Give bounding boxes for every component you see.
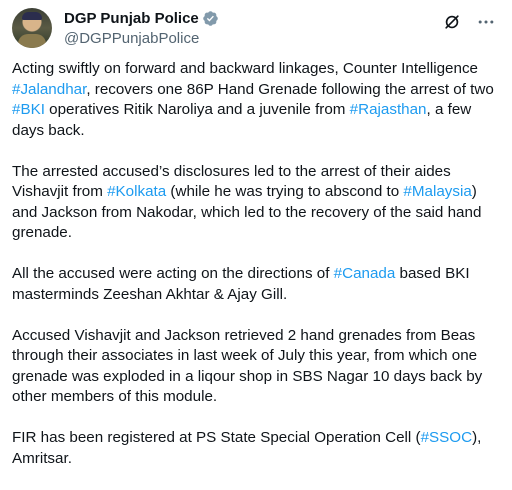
tweet-paragraph: FIR has been registered at PS State Spec…: [12, 428, 502, 469]
tweet-paragraph: The arrested accused’s disclosures led t…: [12, 162, 502, 244]
hashtag-link[interactable]: #Rajasthan: [350, 101, 427, 118]
tweet-paragraph: Acting swiftly on forward and backward l…: [12, 59, 502, 141]
verified-badge-icon: [203, 11, 218, 26]
handle[interactable]: @DGPPunjabPolice: [64, 30, 219, 48]
hashtag-link[interactable]: #BKI: [12, 101, 45, 118]
tweet: DGP Punjab Police @DGPPunjabPolice Actin…: [0, 0, 512, 488]
avatar-cap: [22, 12, 42, 20]
tweet-text-segment: , recovers one 86P Hand Grenade followin…: [86, 80, 494, 98]
tweet-header: DGP Punjab Police @DGPPunjabPolice: [12, 8, 500, 48]
more-options-icon[interactable]: [476, 12, 496, 32]
tweet-text-segment: FIR has been registered at PS State Spec…: [12, 429, 421, 446]
display-name[interactable]: DGP Punjab Police: [64, 10, 199, 27]
grok-icon[interactable]: [442, 12, 462, 32]
avatar-uniform: [18, 34, 46, 48]
hashtag-link[interactable]: #Canada: [334, 265, 396, 282]
tweet-text-segment: Accused Vishavjit and Jackson retrieved …: [12, 326, 483, 406]
hashtag-link[interactable]: #Kolkata: [107, 183, 166, 200]
hashtag-link[interactable]: #Malaysia: [403, 183, 471, 200]
author-names: DGP Punjab Police @DGPPunjabPolice: [64, 9, 219, 48]
tweet-text-segment: operatives Ritik Naroliya and a juvenile…: [44, 101, 350, 118]
hashtag-link[interactable]: #SSOC: [421, 429, 473, 446]
tweet-paragraph: Accused Vishavjit and Jackson retrieved …: [12, 326, 502, 408]
avatar[interactable]: [12, 8, 52, 48]
tweet-text-segment: (while he was trying to abscond to: [166, 183, 404, 200]
tweet-paragraph: All the accused were acting on the direc…: [12, 264, 502, 305]
hashtag-link[interactable]: #Jalandhar: [12, 81, 86, 98]
name-row: DGP Punjab Police: [64, 9, 219, 28]
tweet-text-segment: Acting swiftly on forward and backward l…: [12, 60, 478, 77]
tweet-text-segment: All the accused were acting on the direc…: [12, 265, 334, 282]
tweet-text: Acting swiftly on forward and backward l…: [12, 59, 502, 490]
